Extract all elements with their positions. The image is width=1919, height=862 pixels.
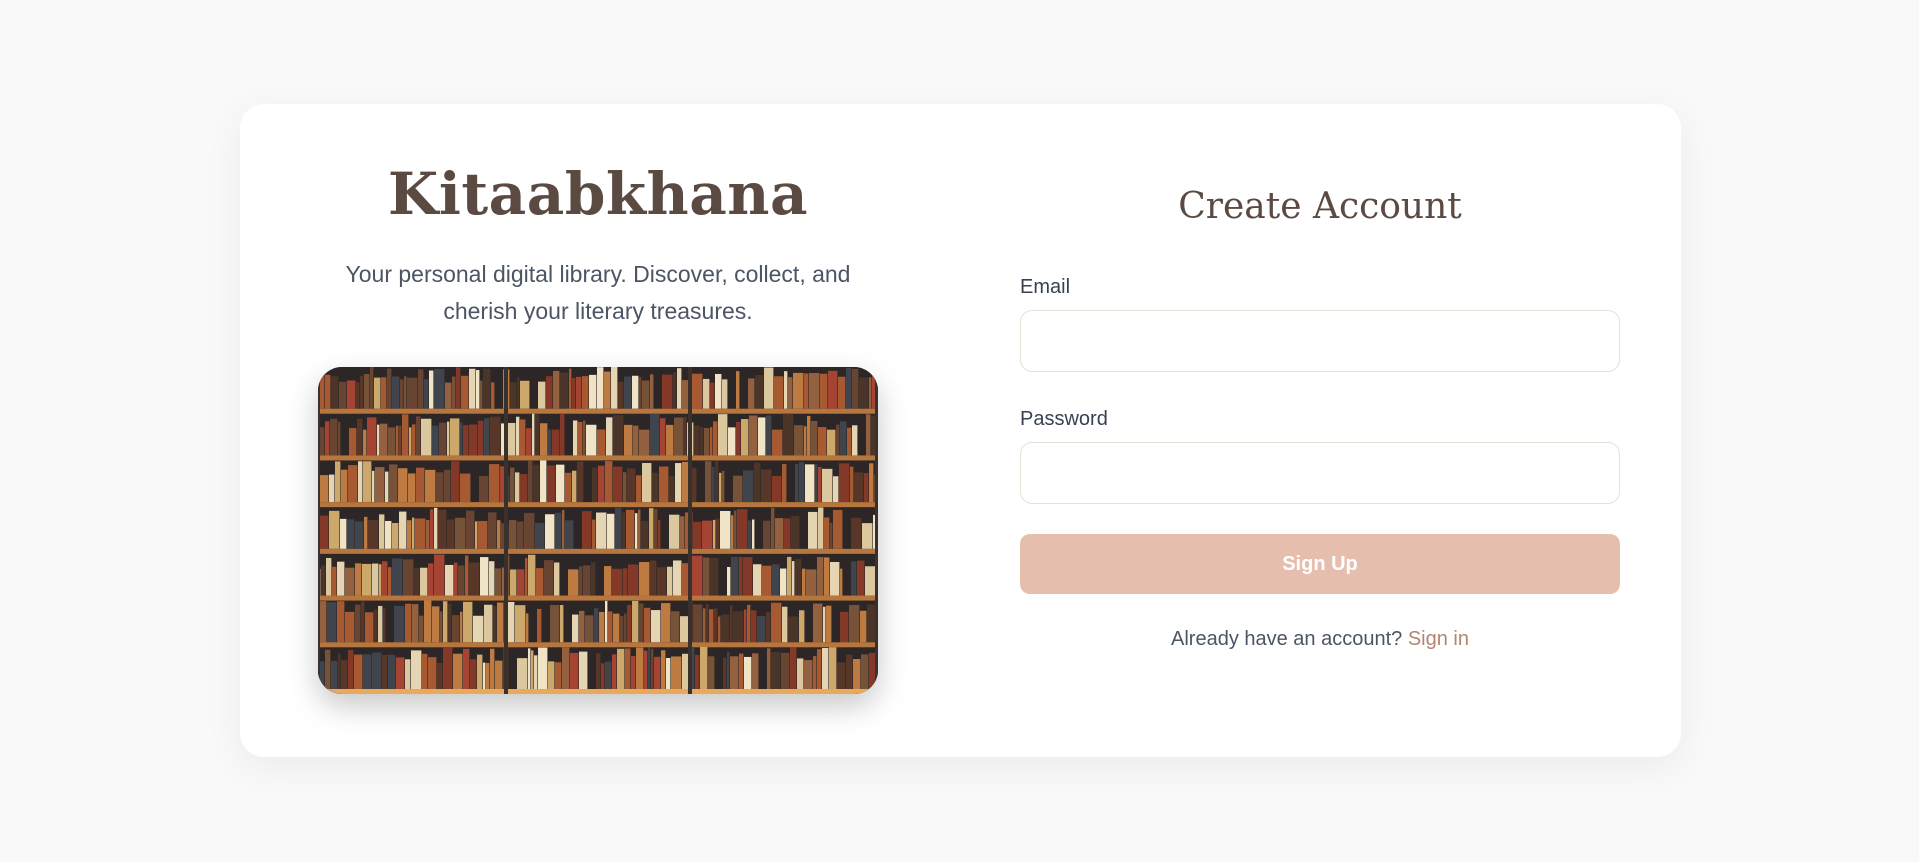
email-input[interactable]: [1020, 310, 1620, 372]
signin-prompt-row: Already have an account? Sign in: [1020, 628, 1620, 651]
brand-panel: Kitaabkhana Your personal digital librar…: [318, 104, 878, 757]
sign-up-button[interactable]: Sign Up: [1020, 534, 1620, 594]
bookshelf-illustration: [318, 367, 878, 694]
sign-in-link[interactable]: Sign in: [1408, 628, 1469, 650]
signin-prompt-text: Already have an account?: [1171, 628, 1403, 650]
password-label: Password: [1020, 408, 1108, 430]
brand-tagline: Your personal digital library. Discover,…: [345, 261, 851, 324]
signup-card: Kitaabkhana Your personal digital librar…: [240, 104, 1681, 757]
signup-form: Create Account Email Password Sign Up Al…: [1020, 104, 1620, 757]
form-title: Create Account: [1178, 186, 1462, 227]
brand-title: Kitaabkhana: [387, 160, 809, 228]
password-input[interactable]: [1020, 442, 1620, 504]
bookshelf-image: [318, 367, 878, 694]
email-label: Email: [1020, 276, 1071, 298]
